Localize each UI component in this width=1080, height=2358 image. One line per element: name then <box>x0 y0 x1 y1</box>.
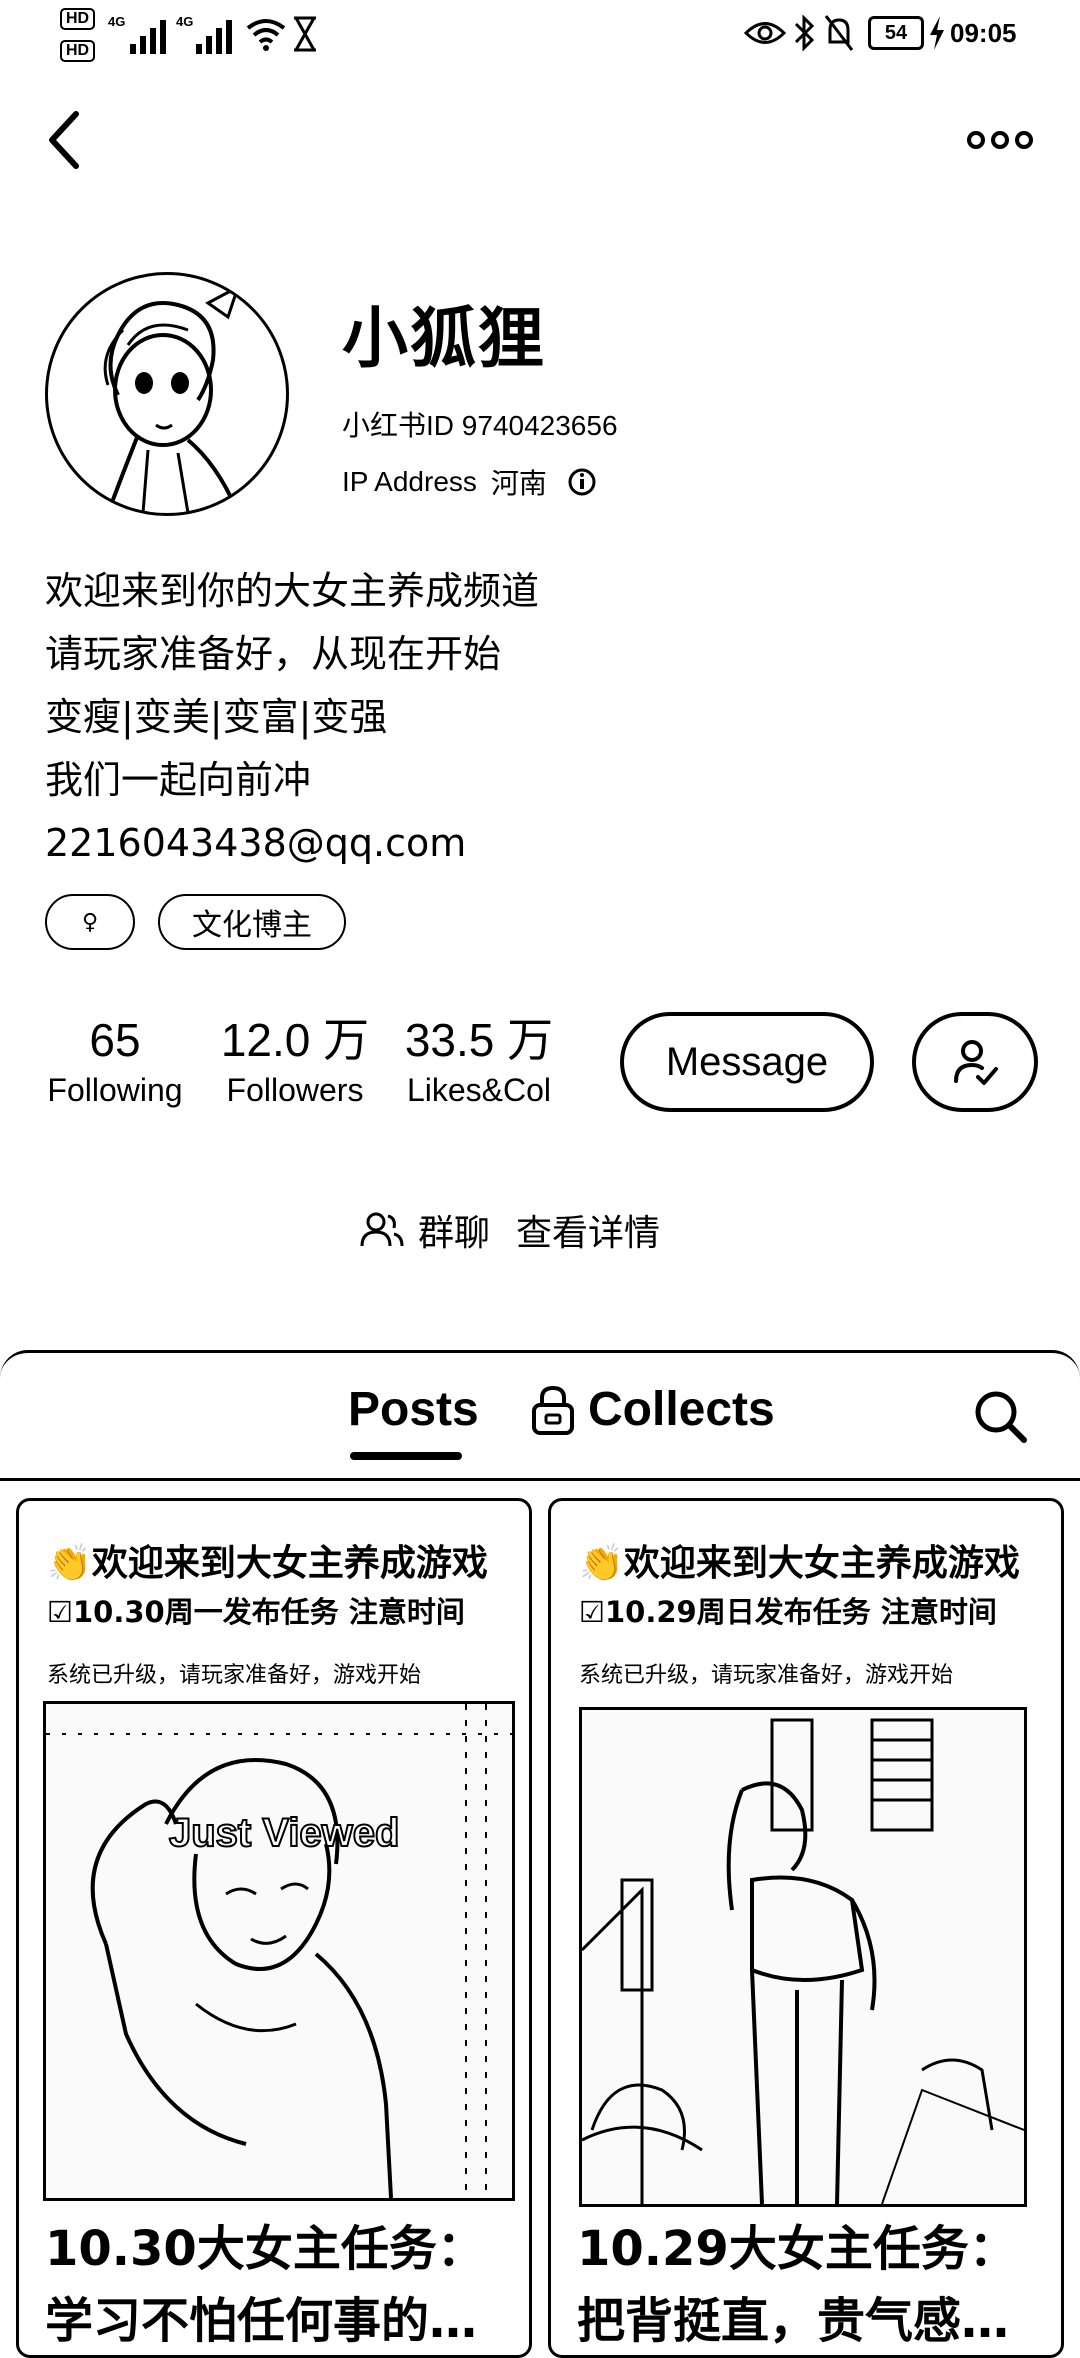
signal-icon-1 <box>130 20 166 54</box>
stat-following[interactable]: 65 Following <box>40 1012 190 1112</box>
network-type-1: 4G <box>108 14 126 29</box>
bluetooth-icon <box>794 14 815 52</box>
bio-email: 2216043438@qq.com <box>45 821 467 865</box>
street-photo-sketch <box>582 1718 1024 2204</box>
mute-bell-icon <box>824 15 854 51</box>
group-icon <box>360 1212 404 1247</box>
post-cover-image <box>43 1701 515 2201</box>
post-cover-line2: ☑10.30周一发布任务 注意时间 <box>47 1595 465 1629</box>
back-button[interactable] <box>40 100 100 180</box>
ip-address-row: IP Address 河南 <box>342 462 597 502</box>
post-cover-image <box>579 1707 1027 2207</box>
message-button[interactable]: Message <box>620 1012 874 1112</box>
clock: 09:05 <box>950 18 1017 48</box>
avatar[interactable] <box>45 272 289 516</box>
bio-line: 请玩家准备好，从现在开始 <box>45 632 502 676</box>
post-cover-line1: 👏欢迎来到大女主养成游戏 <box>47 1543 488 1584</box>
user-id-value: 9740423656 <box>461 410 618 441</box>
eye-icon <box>744 22 786 44</box>
likes-label: Likes&Col <box>406 1072 552 1108</box>
group-chat-row[interactable]: 群聊 查看详情 <box>360 1200 660 1260</box>
network-type-2: 4G <box>176 14 194 29</box>
hd-badge-1: HD <box>60 8 96 30</box>
post-cover-line2: ☑10.29周日发布任务 注意时间 <box>579 1595 997 1629</box>
ip-value: 河南 <box>490 468 547 499</box>
following-count: 65 <box>89 1014 141 1066</box>
portrait-sketch <box>46 1704 512 2198</box>
post-cover-line1: 👏欢迎来到大女主养成游戏 <box>579 1543 1020 1584</box>
followers-label: Followers <box>226 1072 364 1108</box>
group-details-link[interactable]: 查看详情 <box>516 1204 660 1256</box>
active-tab-indicator <box>350 1452 462 1460</box>
likes-count: 33.5 万 <box>404 1014 554 1066</box>
post-title: 10.29大女主任务：把背挺直，贵气感… <box>577 2221 1017 2349</box>
stat-likes-collects[interactable]: 33.5 万 Likes&Col <box>396 1012 562 1112</box>
post-title: 10.30大女主任务：学习不怕任何事的… <box>45 2221 485 2349</box>
post-cover-line3: 系统已升级，请玩家准备好，游戏开始 <box>579 1663 954 1688</box>
gender-icon: ♀ <box>81 909 99 935</box>
stat-followers[interactable]: 12.0 万 Followers <box>210 1012 380 1112</box>
hourglass-icon <box>294 16 316 52</box>
followers-count: 12.0 万 <box>220 1014 370 1066</box>
tabs-divider <box>0 1478 1080 1481</box>
chevron-left-icon <box>49 111 79 169</box>
category-tag-label: 文化博主 <box>192 908 312 943</box>
category-tag: 文化博主 <box>158 894 346 950</box>
search-icon <box>975 1391 1027 1443</box>
wifi-icon <box>246 19 286 51</box>
status-bar: HD HD 4G 4G 54 09:05 <box>0 0 1080 70</box>
tab-collects-label: Collects <box>588 1383 775 1436</box>
charging-bolt-icon <box>930 16 944 50</box>
bio: 欢迎来到你的大女主养成频道 请玩家准备好，从现在开始 变瘦|变美|变富|变强 我… <box>45 560 539 875</box>
post-card[interactable]: 👏欢迎来到大女主养成游戏 ☑10.30周一发布任务 注意时间 系统已升级，请玩家… <box>16 1498 532 2358</box>
post-card[interactable]: 👏欢迎来到大女主养成游戏 ☑10.29周日发布任务 注意时间 系统已升级，请玩家… <box>548 1498 1064 2358</box>
user-id-row: 小红书ID 9740423656 <box>342 404 618 444</box>
hd-badge-2: HD <box>60 40 96 62</box>
tab-posts[interactable]: Posts <box>348 1382 479 1437</box>
more-button[interactable] <box>960 120 1040 160</box>
gender-tag: ♀ <box>45 894 135 950</box>
more-dots-icon <box>967 131 1033 149</box>
post-cover-line3: 系统已升级，请玩家准备好，游戏开始 <box>47 1663 422 1688</box>
group-chat-label: 群聊 <box>418 1213 491 1254</box>
battery-icon: 54 <box>868 16 924 50</box>
signal-icon-2 <box>196 20 232 54</box>
info-icon[interactable] <box>567 467 597 497</box>
lock-icon <box>532 1385 574 1435</box>
profile-name: 小狐狸 <box>342 300 546 377</box>
following-label: Following <box>47 1072 183 1108</box>
ip-label: IP Address <box>342 466 477 497</box>
follow-status-button[interactable] <box>912 1012 1038 1112</box>
bio-line: 变瘦|变美|变富|变强 <box>45 695 388 739</box>
bio-line: 我们一起向前冲 <box>45 758 312 802</box>
avatar-illustration <box>103 283 241 513</box>
user-id-label: 小红书ID <box>342 410 455 441</box>
search-button[interactable] <box>972 1388 1028 1448</box>
bio-line: 欢迎来到你的大女主养成频道 <box>45 569 540 613</box>
user-check-icon <box>954 1040 998 1085</box>
tab-collects[interactable]: Collects <box>530 1382 775 1437</box>
just-viewed-badge: Just Viewed <box>168 1810 400 1856</box>
